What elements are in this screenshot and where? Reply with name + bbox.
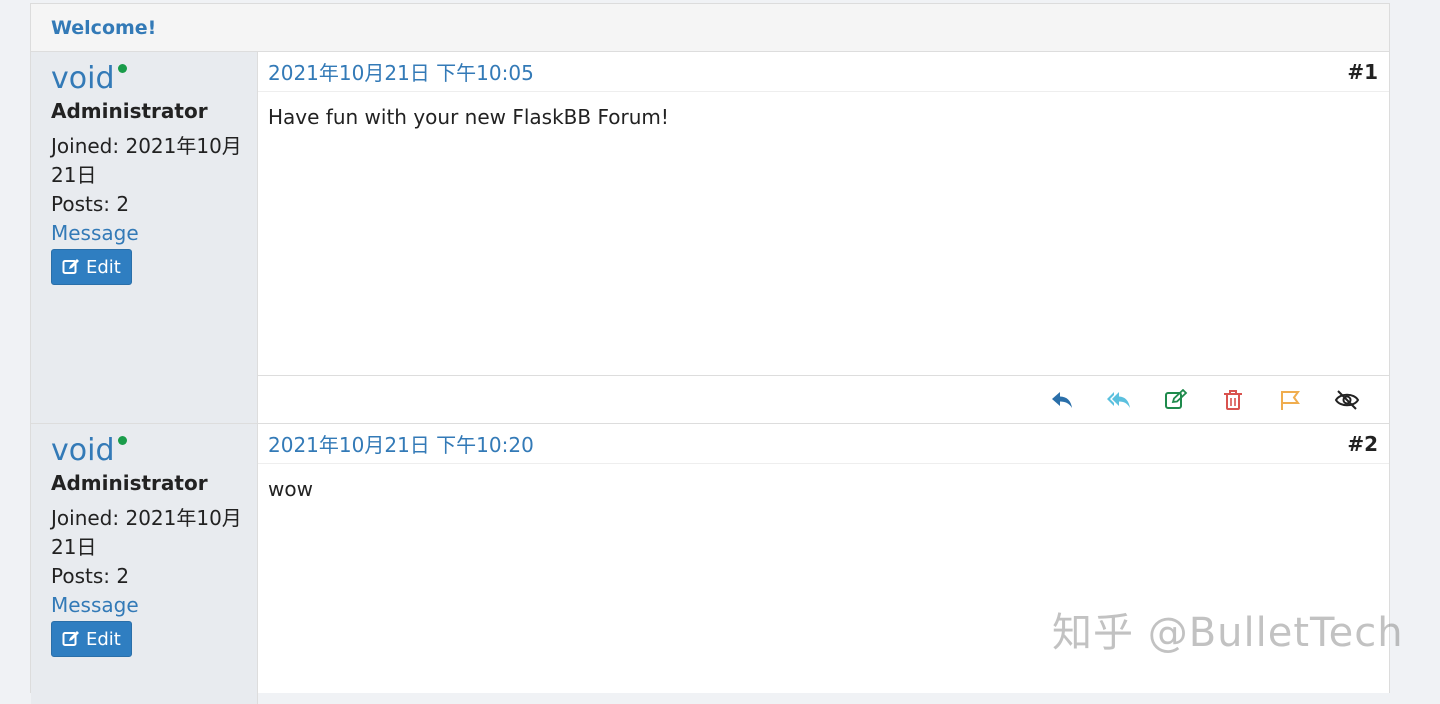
message-link[interactable]: Message (51, 591, 257, 620)
author-name: void (51, 433, 115, 468)
author-name-link[interactable]: void (51, 434, 127, 468)
post: void Administrator Joined: 2021年10月 21日 … (31, 52, 1389, 424)
edit-post-button[interactable] (1147, 385, 1204, 415)
watermark-text: 知乎 @BulletTech (1052, 610, 1404, 656)
quote-reply-button[interactable] (1090, 385, 1147, 415)
author-joined-day: 21日 (51, 535, 97, 559)
online-status-icon (117, 436, 127, 445)
edit-button-label: Edit (86, 256, 121, 278)
post-main: 2021年10月21日 下午10:20 #2 wow (258, 424, 1389, 704)
topic-panel: Welcome! void Administrator Joined: 2021… (30, 3, 1390, 704)
post-date-link[interactable]: 2021年10月21日 下午10:05 (268, 57, 534, 86)
author-meta: Joined: 2021年10月 21日 Posts: 2 Message (51, 132, 257, 248)
reply-icon (1051, 391, 1072, 408)
author-role: Administrator (51, 471, 208, 495)
quote-reply-icon (1106, 391, 1130, 408)
author-post-count: Posts: 2 (51, 192, 130, 216)
post-author-panel: void Administrator Joined: 2021年10月 21日 … (31, 424, 258, 704)
post-content: Have fun with your new FlaskBB Forum! (268, 105, 669, 129)
edit-icon (62, 631, 79, 646)
message-link[interactable]: Message (51, 219, 257, 248)
post-number[interactable]: #1 (1347, 60, 1378, 84)
author-joined-day: 21日 (51, 163, 97, 187)
edit-user-button[interactable]: Edit (51, 621, 132, 657)
author-name-link[interactable]: void (51, 62, 127, 96)
post-content: wow (268, 477, 313, 501)
hide-icon (1334, 389, 1359, 410)
edit-icon (1164, 388, 1187, 409)
reply-button[interactable] (1033, 385, 1090, 415)
report-flag-icon (1280, 390, 1300, 410)
post-number[interactable]: #2 (1347, 432, 1378, 456)
post-header: 2021年10月21日 下午10:05 #1 (258, 52, 1389, 92)
report-post-button[interactable] (1261, 385, 1318, 415)
delete-icon (1223, 389, 1242, 410)
author-name: void (51, 61, 115, 96)
post-actions (258, 375, 1389, 423)
post-author-panel: void Administrator Joined: 2021年10月 21日 … (31, 52, 258, 423)
post-date-link[interactable]: 2021年10月21日 下午10:20 (268, 429, 534, 458)
panel-heading: Welcome! (31, 4, 1389, 52)
author-joined: Joined: 2021年10月 (51, 506, 242, 530)
hide-post-button[interactable] (1318, 385, 1375, 415)
edit-button-label: Edit (86, 628, 121, 650)
author-role: Administrator (51, 99, 208, 123)
author-joined: Joined: 2021年10月 (51, 134, 242, 158)
author-post-count: Posts: 2 (51, 564, 130, 588)
topic-title: Welcome! (51, 16, 157, 39)
online-status-icon (117, 64, 127, 73)
delete-post-button[interactable] (1204, 385, 1261, 415)
post-header: 2021年10月21日 下午10:20 #2 (258, 424, 1389, 464)
post-main: 2021年10月21日 下午10:05 #1 Have fun with you… (258, 52, 1389, 423)
author-meta: Joined: 2021年10月 21日 Posts: 2 Message (51, 504, 257, 620)
edit-icon (62, 259, 79, 274)
edit-user-button[interactable]: Edit (51, 249, 132, 285)
post: void Administrator Joined: 2021年10月 21日 … (31, 424, 1389, 704)
